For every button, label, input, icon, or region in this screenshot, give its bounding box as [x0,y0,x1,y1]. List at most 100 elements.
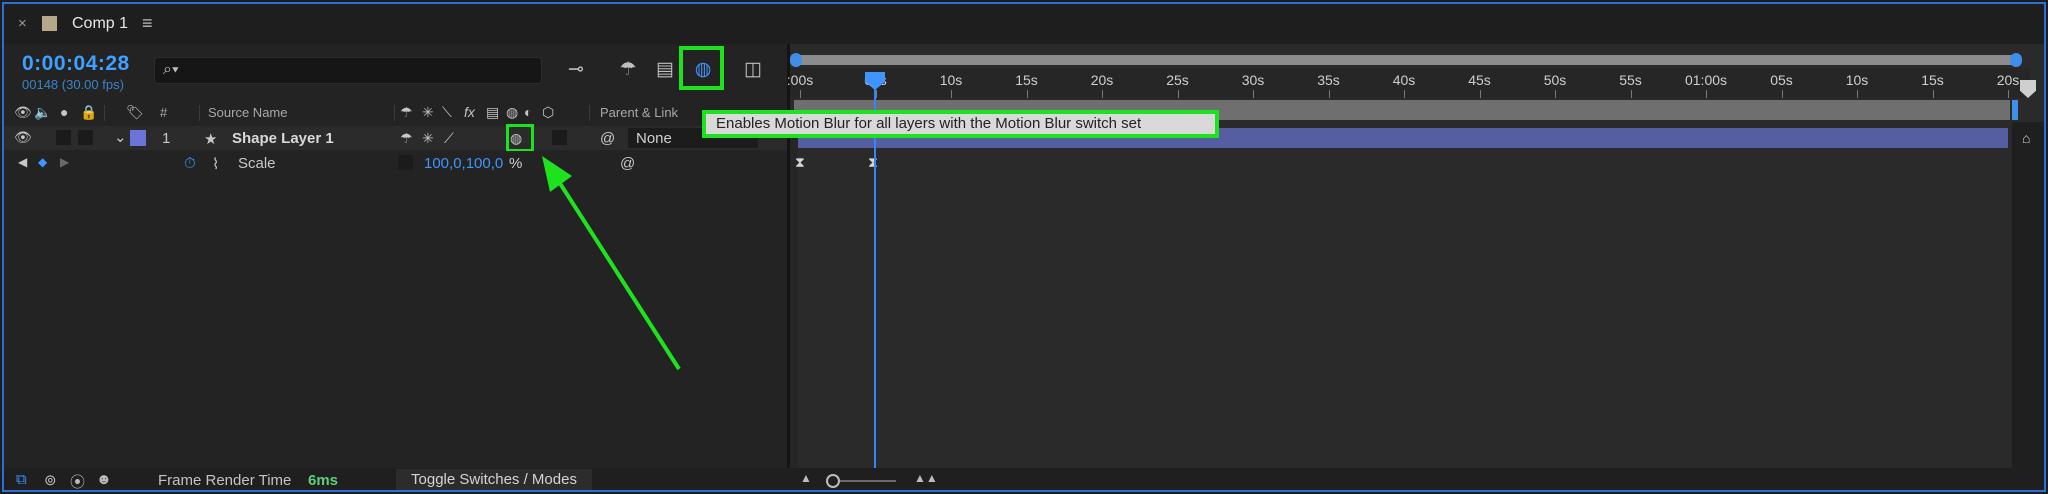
layer-name[interactable]: Shape Layer 1 [232,130,334,147]
label-tag-icon[interactable]: 🏷 [126,104,144,121]
motion-blur-highlight [679,46,724,90]
quality-switch-icon: ⟍ [442,104,452,120]
stopwatch-icon[interactable]: ⏱ [184,155,196,172]
navigator-end-handle[interactable] [2010,53,2022,67]
comp-button-icon[interactable]: ⌂ [2022,130,2030,146]
timeline-area[interactable]: :00s 05s 10s 15s 20s 25s 30s 35s 40s 45s 50s 55s 01:… [786,44,2044,468]
column-parent-link[interactable]: Parent & Link [600,105,678,120]
audio-toggle[interactable] [56,130,71,145]
timeline-left-strip [790,122,798,468]
ruler-tick [800,90,801,98]
ruler-label: 50s [1543,72,1567,88]
layer-search-input[interactable]: ⌕▾ [154,57,542,84]
adjustment-toggle[interactable] [552,130,567,145]
ruler-tick [1026,90,1028,98]
ruler-tick [1404,90,1405,98]
layer-shy-switch[interactable]: ☂ [400,130,413,147]
expand-chevron-icon[interactable]: ⌄ [114,128,127,146]
eye-icon[interactable]: 👁 [14,104,32,121]
layer-switches-icon[interactable]: ⧉ [16,471,27,488]
scale-value[interactable]: 100,0,100,0 [424,155,503,172]
draft-3d-button[interactable]: ⊸ [560,56,592,84]
layer-motion-blur-highlight [506,124,534,152]
ruler-label: 10s [1845,72,1869,88]
add-keyframe-icon[interactable]: ◆ [38,155,47,169]
zoom-out-icon[interactable]: ▲ [800,471,812,485]
keyframe-start-icon[interactable]: ⧗ [795,154,805,171]
keyframe-current-icon[interactable]: ⧗ [868,154,878,171]
ruler-tick [1857,90,1858,98]
ruler-label: 40s [1392,72,1416,88]
column-source-name[interactable]: Source Name [208,105,287,120]
next-keyframe-icon[interactable]: ▶ [60,155,69,169]
frame-blending-button[interactable]: ▤ [649,56,681,84]
layer-quality-switch[interactable]: ⟋ [444,130,454,147]
link-toggle[interactable] [398,155,413,170]
ruler-label: 15s [1921,72,1944,88]
parent-value: None [636,130,672,147]
work-area-end-handle[interactable] [2012,100,2018,120]
ruler-label: 20s [1996,72,2020,88]
layer-collapse-switch[interactable]: ✳ [422,130,434,147]
solo-icon[interactable]: ● [60,104,68,120]
zoom-in-icon[interactable]: ▲▲ [914,471,938,485]
graph-editor-button[interactable]: ◫ [737,56,769,84]
time-navigator[interactable] [794,55,2016,65]
flowchart-icon: ⊸ [568,59,584,80]
layer-label-color[interactable] [130,130,146,146]
ruler-tick [951,90,952,98]
time-ruler[interactable]: :00s 05s 10s 15s 20s 25s 30s 35s 40s 45s 50s 55s 01:… [786,68,2030,98]
ruler-label: 55s [1619,72,1642,88]
3d-layer-switch-icon: ⬡ [542,104,555,120]
prev-keyframe-icon[interactable]: ◀ [18,155,27,169]
ruler-tick [1479,90,1481,98]
current-time-display[interactable]: 0:00:04:28 [22,52,130,76]
annotation-arrow [542,156,681,371]
tab-bar: × Comp 1 ≡ [4,4,2044,44]
playhead-line[interactable] [874,82,876,468]
frame-blend-icon: ▤ [656,59,674,80]
motion-blur-switch-icon: ◍ [506,104,519,120]
ruler-tick [1781,90,1783,98]
layer-row[interactable]: 👁 ⌄ 1 ★ Shape Layer 1 ☂ ✳ ⟋ ◍ @ None [4,124,787,152]
timeline-panel: × Comp 1 ≡ 0:00:04:28 00148 (30.00 fps) … [2,2,2046,492]
toggle-switches-modes-button[interactable]: Toggle Switches / Modes [396,469,592,490]
column-hash[interactable]: # [160,105,167,120]
ruler-tick [1706,90,1707,98]
graph-icon[interactable]: ⌇ [212,155,219,173]
ruler-label: :00s [786,72,814,88]
ruler-tick [2008,90,2009,98]
ruler-tick [1177,90,1179,98]
frame-count-display: 00148 (30.00 fps) [22,77,124,92]
motion-blur-tooltip: Enables Motion Blur for all layers with … [702,110,1219,138]
bottom-bar: ⧉ ⊚ ⦿ ☻ Frame Render Time 6ms Toggle Swi… [4,468,2044,490]
zoom-slider-knob[interactable] [826,474,840,488]
shy-layers-button[interactable]: ☂ [612,56,644,84]
layer-visibility-eye-icon[interactable]: 👁 [14,129,32,146]
ruler-label: 45s [1468,72,1491,88]
panel-menu-icon[interactable]: ≡ [142,13,153,34]
scale-unit: % [509,155,523,172]
lock-icon[interactable]: 🔒 [80,104,97,121]
in-out-stretch-icon[interactable]: ⦿ [70,471,85,490]
render-time-icon[interactable]: ☻ [96,471,112,488]
navigator-start-handle[interactable] [790,53,802,67]
search-icon: ⌕▾ [163,61,179,78]
frame-render-time-value: 6ms [308,472,339,489]
ruler-tick [1102,90,1103,98]
close-tab-icon[interactable]: × [18,15,27,32]
pickwhip-icon[interactable]: @ [600,130,615,147]
ruler-label: 15s [1015,72,1038,88]
frame-render-time-label: Frame Render Time [158,472,292,489]
fx-switch-icon: fx [464,104,475,120]
solo-toggle[interactable] [78,130,93,145]
ruler-tick [1253,90,1254,98]
shape-star-icon: ★ [204,131,218,148]
ruler-label: 10s [939,72,963,88]
audio-icon[interactable]: 🔈 [34,104,51,121]
ruler-label: 25s [1166,72,1189,88]
transfer-controls-icon[interactable]: ⊚ [44,471,57,489]
ruler-label: 05s [1770,72,1793,88]
comp-tab-title[interactable]: Comp 1 [72,15,128,33]
ruler-tick [1630,90,1632,98]
